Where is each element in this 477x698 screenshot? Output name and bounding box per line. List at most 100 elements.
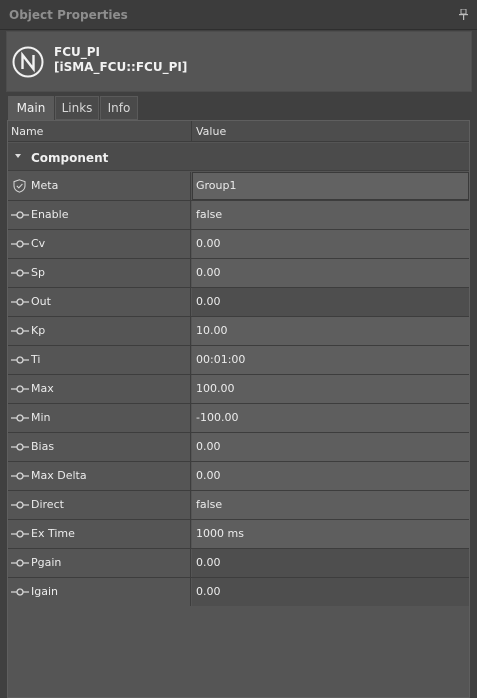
property-name-cell: Max <box>8 375 191 403</box>
property-name: Min <box>31 411 51 424</box>
object-header: FCU_PI [iSMA_FCU::FCU_PI] <box>6 31 472 92</box>
slot-icon <box>11 588 29 596</box>
object-properties-panel: Object Properties FCU_PI [iSMA_FCU::FCU_… <box>0 0 477 698</box>
property-value-field[interactable]: 0.00 <box>192 462 469 490</box>
slot-icon <box>11 298 29 306</box>
property-name-cell: Cv <box>8 230 191 258</box>
slot-icon <box>11 414 29 422</box>
property-grid: Name Value Component Meta Group1 Enable … <box>7 120 470 698</box>
property-value: 0.00 <box>196 556 221 569</box>
slot-icon <box>11 501 29 509</box>
property-value-field[interactable]: false <box>192 491 469 519</box>
property-value-field[interactable]: 00:01:00 <box>192 346 469 374</box>
group-label: Component <box>31 151 109 165</box>
property-name-cell: Igain <box>8 578 191 606</box>
property-value-field[interactable]: Group1 <box>192 172 469 200</box>
property-value-field[interactable]: 100.00 <box>192 375 469 403</box>
slot-icon <box>11 327 29 335</box>
slot-icon <box>11 211 29 219</box>
property-value-field[interactable]: 1000 ms <box>192 520 469 548</box>
property-row-cv[interactable]: Cv 0.00 <box>8 230 469 259</box>
property-row-meta[interactable]: Meta Group1 <box>8 172 469 201</box>
property-name: Max <box>31 382 54 395</box>
property-name-cell: Ex Time <box>8 520 191 548</box>
property-name-cell: Kp <box>8 317 191 345</box>
property-value: 0.00 <box>196 266 221 279</box>
property-row-ex-time[interactable]: Ex Time 1000 ms <box>8 520 469 549</box>
property-value-field[interactable]: 10.00 <box>192 317 469 345</box>
property-row-sp[interactable]: Sp 0.00 <box>8 259 469 288</box>
tab-info[interactable]: Info <box>100 96 138 120</box>
column-header: Name Value <box>8 121 469 142</box>
slot-icon <box>11 240 29 248</box>
property-row-out[interactable]: Out 0.00 <box>8 288 469 317</box>
property-row-bias[interactable]: Bias 0.00 <box>8 433 469 462</box>
property-name: Igain <box>31 585 58 598</box>
grid-empty-area <box>8 606 469 697</box>
property-value-field[interactable]: 0.00 <box>192 230 469 258</box>
property-value: 0.00 <box>196 295 221 308</box>
property-value-field[interactable]: 0.00 <box>192 259 469 287</box>
property-name: Max Delta <box>31 469 87 482</box>
property-value: 10.00 <box>196 324 228 337</box>
property-name: Pgain <box>31 556 62 569</box>
property-value: Group1 <box>196 179 237 192</box>
property-rows: Meta Group1 Enable false Cv 0.00 Sp 0.00… <box>8 172 469 607</box>
tab-main[interactable]: Main <box>8 96 54 120</box>
property-value-field: 0.00 <box>192 288 469 316</box>
property-name-cell: Min <box>8 404 191 432</box>
property-row-max-delta[interactable]: Max Delta 0.00 <box>8 462 469 491</box>
property-row-min[interactable]: Min -100.00 <box>8 404 469 433</box>
property-value-field[interactable]: -100.00 <box>192 404 469 432</box>
tab-links[interactable]: Links <box>55 96 99 120</box>
property-value: 00:01:00 <box>196 353 246 366</box>
column-header-name[interactable]: Name <box>11 125 43 138</box>
property-row-max[interactable]: Max 100.00 <box>8 375 469 404</box>
property-name: Enable <box>31 208 69 221</box>
property-row-igain[interactable]: Igain 0.00 <box>8 578 469 607</box>
property-row-enable[interactable]: Enable false <box>8 201 469 230</box>
property-name-cell: Out <box>8 288 191 316</box>
property-value: 100.00 <box>196 382 235 395</box>
slot-icon <box>11 356 29 364</box>
property-name-cell: Pgain <box>8 549 191 577</box>
property-row-pgain[interactable]: Pgain 0.00 <box>8 549 469 578</box>
object-name: FCU_PI <box>54 45 101 59</box>
property-name: Ti <box>31 353 41 366</box>
property-name: Out <box>31 295 51 308</box>
expand-arrow-icon[interactable] <box>15 154 21 158</box>
property-value: 0.00 <box>196 440 221 453</box>
property-name: Sp <box>31 266 45 279</box>
column-header-value[interactable]: Value <box>196 125 226 138</box>
property-name: Meta <box>31 179 59 192</box>
property-row-kp[interactable]: Kp 10.00 <box>8 317 469 346</box>
property-name-cell: Enable <box>8 201 191 229</box>
property-name-cell: Ti <box>8 346 191 374</box>
property-value-field[interactable]: false <box>192 201 469 229</box>
column-separator[interactable] <box>191 121 192 142</box>
shield-icon <box>13 179 26 193</box>
property-value: false <box>196 208 223 221</box>
group-component[interactable]: Component <box>8 143 469 171</box>
property-row-direct[interactable]: Direct false <box>8 491 469 520</box>
property-name-cell: Bias <box>8 433 191 461</box>
slot-icon <box>11 443 29 451</box>
property-name: Cv <box>31 237 46 250</box>
slot-icon <box>11 530 29 538</box>
slot-icon <box>11 472 29 480</box>
property-value: 0.00 <box>196 585 221 598</box>
property-value: 1000 ms <box>196 527 244 540</box>
property-name-cell: Sp <box>8 259 191 287</box>
property-name-cell: Direct <box>8 491 191 519</box>
property-value-field[interactable]: 0.00 <box>192 433 469 461</box>
property-value: false <box>196 498 223 511</box>
property-value-field: 0.00 <box>192 578 469 606</box>
property-row-ti[interactable]: Ti 00:01:00 <box>8 346 469 375</box>
slot-icon <box>11 269 29 277</box>
slot-icon <box>11 385 29 393</box>
panel-title: Object Properties <box>9 8 128 22</box>
pin-icon[interactable] <box>459 9 468 20</box>
property-name-cell: Max Delta <box>8 462 191 490</box>
property-name: Bias <box>31 440 55 453</box>
property-name: Ex Time <box>31 527 75 540</box>
